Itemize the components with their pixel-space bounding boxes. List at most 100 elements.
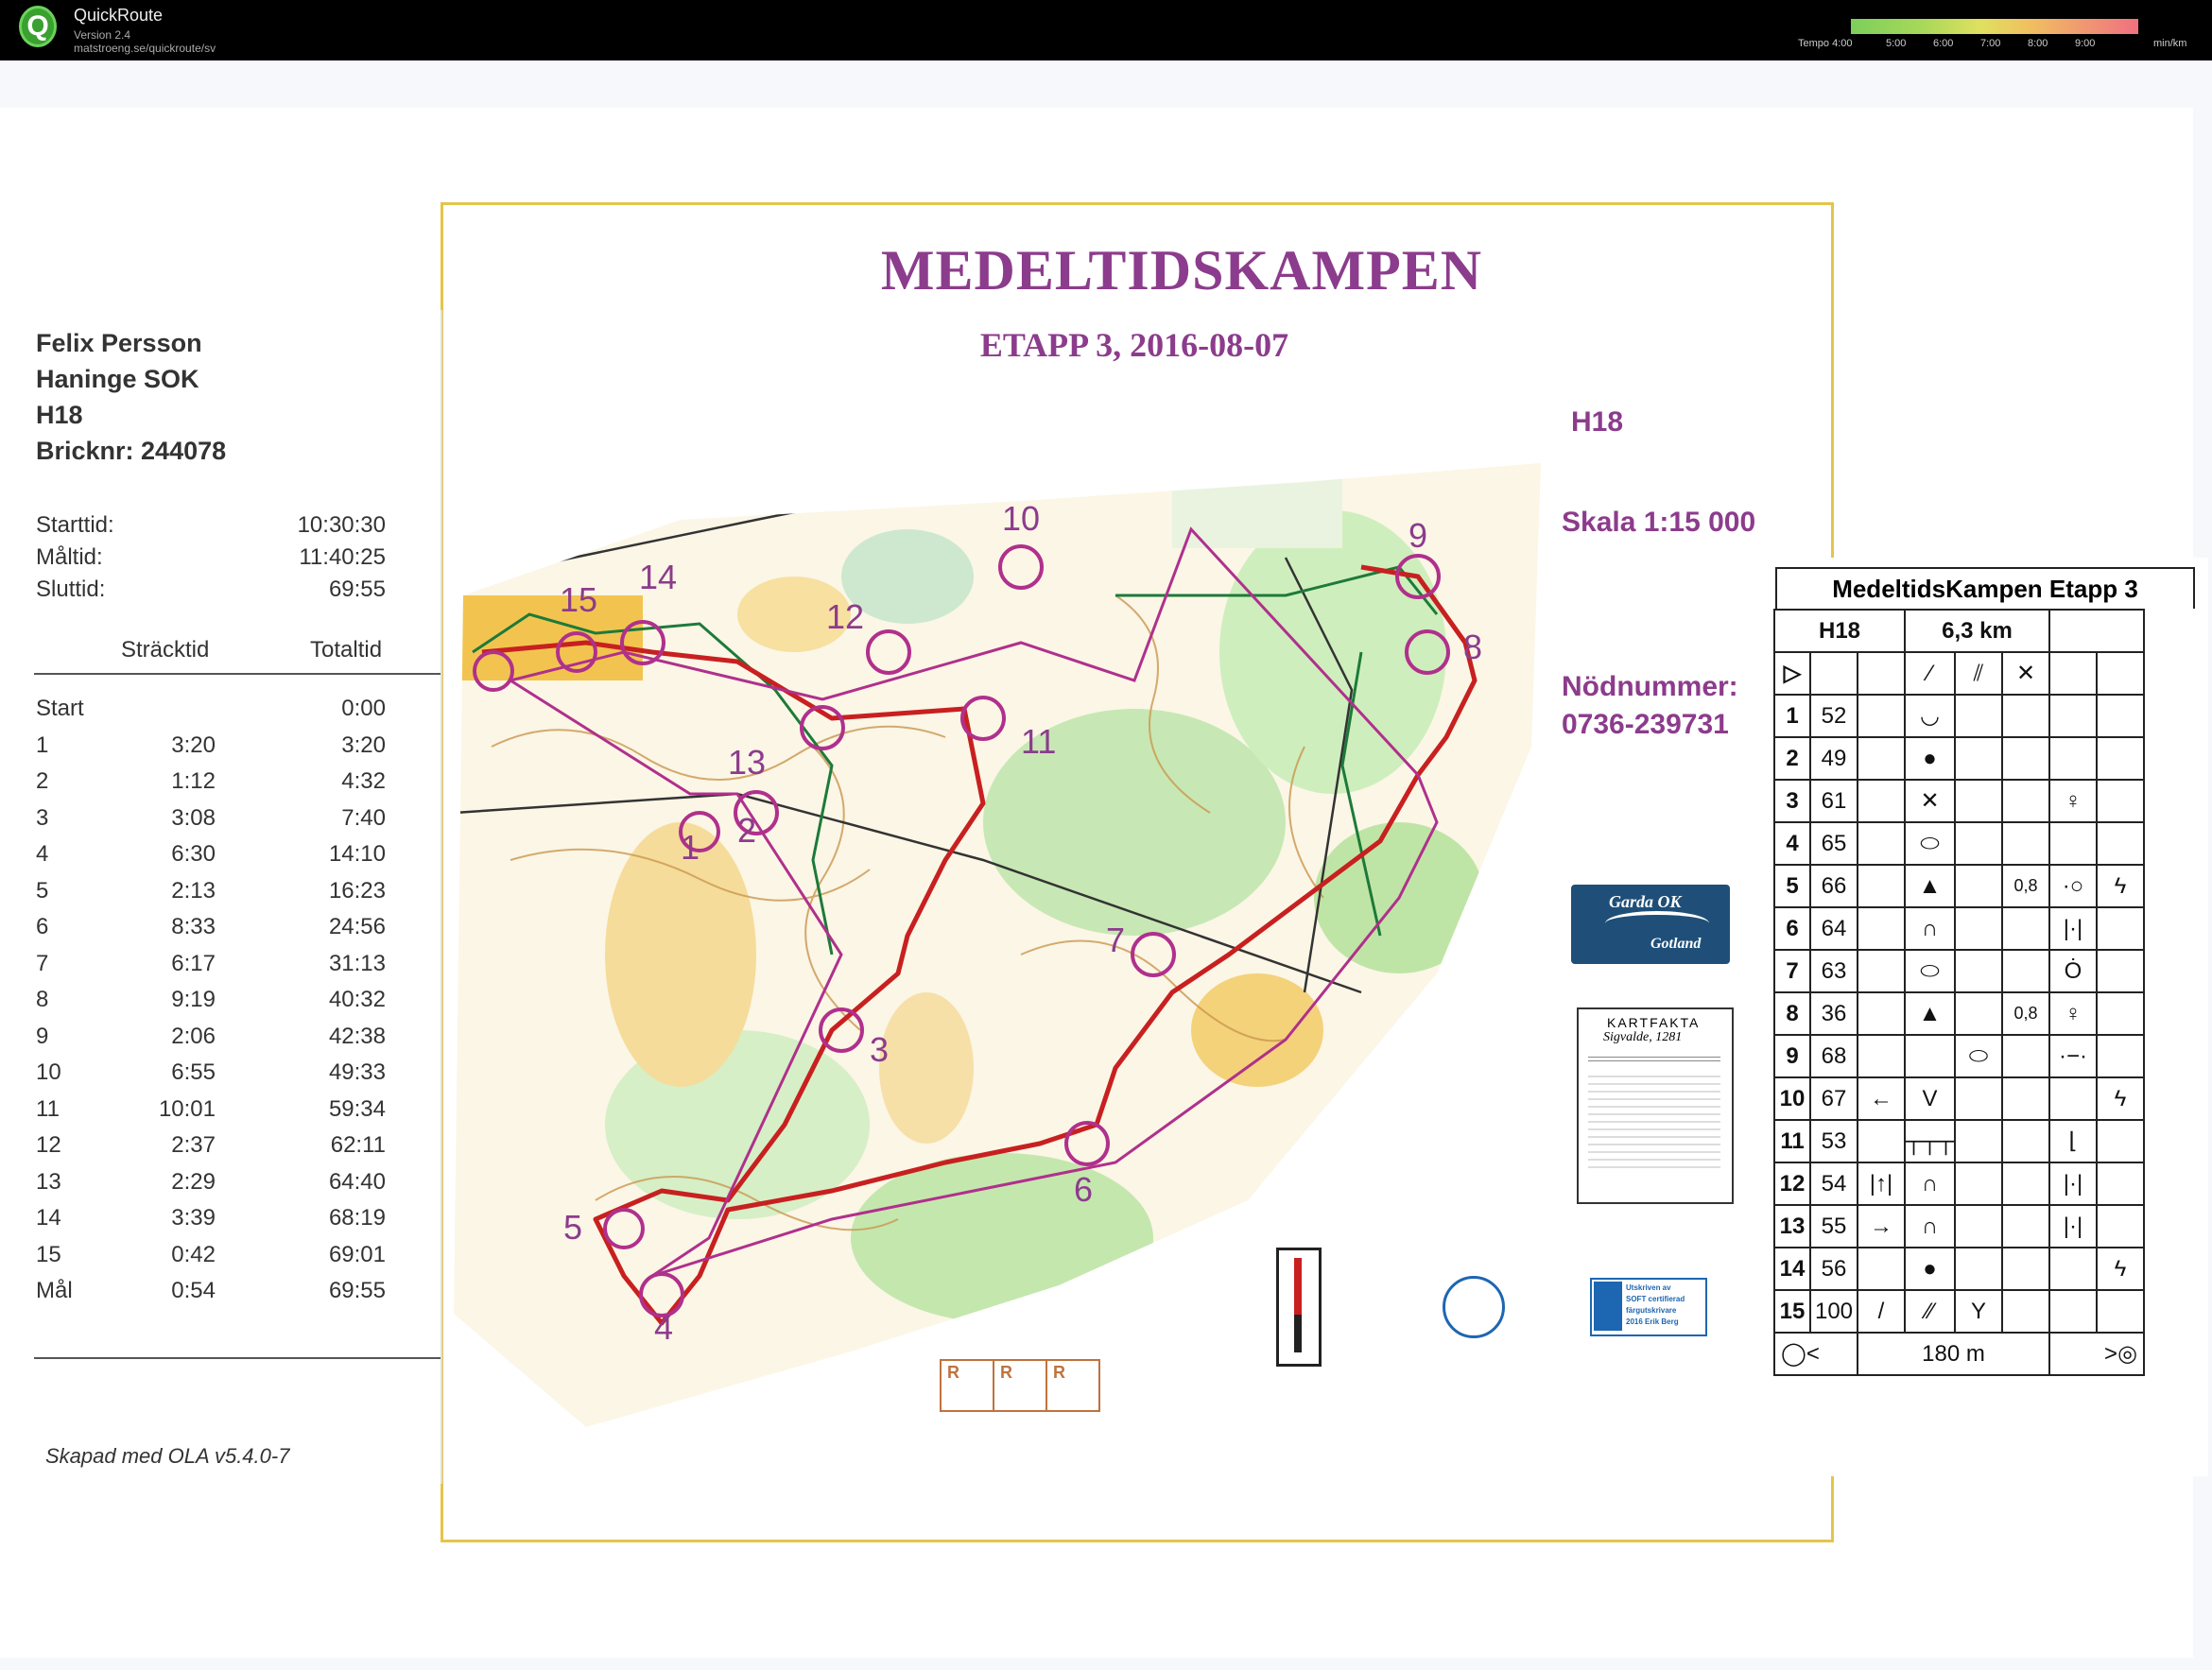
split-control: 1 — [36, 732, 49, 758]
description-symbol — [1857, 821, 1906, 866]
split-control: Start — [36, 696, 84, 721]
description-row: 2 49 ● — [1773, 736, 2146, 781]
control-description-sheet: MedeltidsKampen Etapp 3 H18 6,3 km ▷ ⁄ ⫽… — [1760, 558, 2208, 1476]
description-symbol — [1954, 694, 2004, 738]
map-subtitle: ETAPP 3, 2016-08-07 — [979, 326, 1289, 364]
description-symbol — [1954, 949, 2004, 993]
control-code: 65 — [1809, 821, 1858, 866]
description-row: 4 65 ⬭ — [1773, 821, 2146, 866]
description-symbol: ∩ — [1903, 1204, 1957, 1248]
control-number: 13 — [728, 743, 767, 782]
description-symbol: ⬭ — [1954, 1034, 2004, 1078]
description-symbol: ✕ — [1903, 779, 1957, 823]
map-open-area — [454, 595, 643, 680]
map-open-area — [1191, 973, 1323, 1087]
runner-class: H18 — [36, 401, 83, 429]
description-blank — [2048, 609, 2146, 653]
description-symbol: ▲ — [1903, 864, 1957, 908]
description-start-row: ▷ ⁄ ⫽ ✕ — [1773, 651, 2146, 696]
start-triangle-icon: ▷ — [1773, 651, 1811, 696]
description-row: 11 53 ┬┬┬ ⌊ — [1773, 1119, 2146, 1163]
control-seq: 12 — [1773, 1162, 1811, 1206]
description-row: 1 52 ◡ — [1773, 694, 2146, 738]
control-number: 7 — [1106, 921, 1126, 959]
description-row: 6 64 ∩ |·| — [1773, 906, 2146, 951]
description-row: 13 55 → ∩ |·| — [1773, 1204, 2146, 1248]
runner-club: Haninge SOK — [36, 365, 199, 393]
soft-text: 2016 Erik Berg — [1626, 1317, 1679, 1326]
description-symbol — [2096, 991, 2146, 1036]
control-number: 10 — [1002, 499, 1041, 538]
description-symbol — [1857, 906, 1906, 951]
soft-text: färgutskrivare — [1626, 1306, 1677, 1315]
control-seq: 7 — [1773, 949, 1811, 993]
split-control: 11 — [36, 1095, 60, 1122]
kartfakta-details — [1588, 1076, 1720, 1170]
description-row: 14 56 ● ϟ — [1773, 1247, 2146, 1291]
total-time: 31:13 — [328, 950, 386, 976]
split-col-header: Sträcktid — [121, 637, 210, 663]
description-symbol: ← — [1857, 1076, 1906, 1121]
description-symbol — [1857, 779, 1906, 823]
description-symbol — [2048, 1289, 2099, 1334]
description-row: 7 63 ⬭ Ȯ — [1773, 949, 2146, 993]
split-control: 13 — [36, 1168, 61, 1195]
app-titlebar: Q QuickRoute Version 2.4 matstroeng.se/q… — [0, 0, 2212, 60]
description-class: H18 — [1773, 609, 1906, 653]
description-symbol — [1954, 736, 2004, 781]
description-symbol — [1857, 864, 1906, 908]
result-slip: Felix Persson Haninge SOK H18 Bricknr: 2… — [0, 310, 442, 1484]
description-cell — [1857, 651, 1906, 696]
soft-text: SOFT certifierad — [1626, 1295, 1685, 1303]
description-title: MedeltidsKampen Etapp 3 — [1775, 567, 2195, 609]
control-number: 14 — [639, 558, 678, 596]
description-symbol — [2001, 1162, 2051, 1206]
description-symbol — [2048, 1247, 2099, 1291]
total-time-value: 69:55 — [328, 577, 386, 602]
total-time: 24:56 — [328, 914, 386, 939]
control-seq: 13 — [1773, 1204, 1811, 1248]
description-symbol — [1857, 949, 1906, 993]
split-time: 0:42 — [171, 1241, 216, 1267]
map-scale: Skala 1:15 000 — [1562, 507, 1756, 538]
garda-ok-logo: Garda OK Gotland — [1571, 885, 1730, 964]
swoosh-icon — [1605, 911, 1709, 936]
kartfakta-lines — [1588, 1057, 1720, 1061]
orienteering-map[interactable] — [454, 463, 1541, 1427]
control-code: 53 — [1809, 1119, 1858, 1163]
description-symbol — [2001, 1076, 2051, 1121]
description-symbol: |·| — [2048, 1162, 2099, 1206]
kartfakta-title: KARTFAKTA — [1607, 1015, 1701, 1030]
north-arrow-box — [1276, 1248, 1322, 1367]
control-seq: 14 — [1773, 1247, 1811, 1291]
control-code: 66 — [1809, 864, 1858, 908]
emergency-number: 0736-239731 — [1562, 709, 1729, 740]
map-title: MEDELTIDSKAMPEN — [880, 239, 1483, 301]
description-cell — [1809, 651, 1858, 696]
control-seq: 10 — [1773, 1076, 1811, 1121]
description-symbol — [2001, 949, 2051, 993]
description-symbol — [2048, 736, 2099, 781]
slip-footer: Skapad med OLA v5.4.0-7 — [45, 1444, 290, 1468]
north-arrow-tail — [1294, 1315, 1302, 1352]
control-code: 63 — [1809, 949, 1858, 993]
description-row: 9 68 ⬭ ·−· — [1773, 1034, 2146, 1078]
split-control: 4 — [36, 841, 49, 867]
control-seq: 11 — [1773, 1119, 1811, 1163]
control-seq: 4 — [1773, 821, 1811, 866]
control-seq: 15 — [1773, 1289, 1811, 1334]
description-symbol — [1954, 991, 2004, 1036]
split-control: 3 — [36, 804, 49, 831]
finish-time-label: Måltid: — [36, 544, 103, 570]
control-number: 5 — [563, 1208, 583, 1247]
app-url[interactable]: matstroeng.se/quickroute/sv — [74, 42, 216, 55]
description-symbol: |·| — [2048, 906, 2099, 951]
description-symbol — [1954, 821, 2004, 866]
crossing-symbol-icon: ✕ — [2001, 651, 2051, 696]
federation-logo-icon — [1443, 1276, 1505, 1338]
r-box: R — [994, 1359, 1047, 1412]
description-symbol: ϟ — [2096, 864, 2146, 908]
description-symbol — [2096, 736, 2146, 781]
finish-icon: >◎ — [2048, 1332, 2146, 1376]
control-seq: 3 — [1773, 779, 1811, 823]
